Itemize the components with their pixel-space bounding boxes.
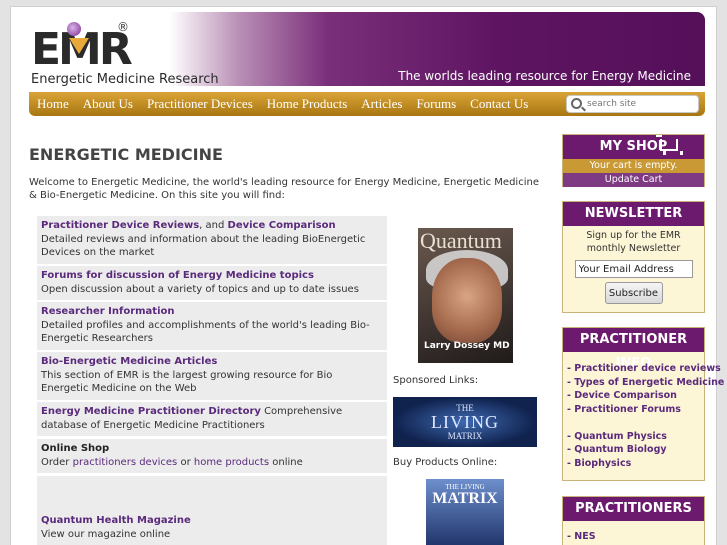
nav-home-products[interactable]: Home Products <box>259 96 354 112</box>
practitioner-devices-link[interactable]: practitioners devices <box>73 457 178 468</box>
living-matrix-banner[interactable]: THE LIVING MATRIX <box>393 397 537 447</box>
my-shop-title: MY SHOP <box>599 139 668 154</box>
section-desc: or <box>177 456 194 468</box>
cart-status: Your cart is empty. <box>563 159 704 173</box>
link-quantum-biology[interactable]: - Quantum Biology <box>567 443 700 457</box>
living-matrix-product-image[interactable]: THE LIVING MATRIX <box>426 479 504 545</box>
section-desc: This section of EMR is the largest growi… <box>41 369 333 395</box>
practitioners-title: PRACTITIONERS <box>563 497 704 521</box>
logo-triangle-icon <box>69 38 89 54</box>
section-magazine: Quantum Health Magazine View our magazin… <box>37 476 387 545</box>
product-line-2: MATRIX <box>432 490 498 507</box>
nav-about-us[interactable]: About Us <box>75 96 139 112</box>
online-shop-title: Online Shop <box>41 443 110 454</box>
newsletter-title: NEWSLETTER <box>563 202 704 226</box>
sponsored-label: Sponsored Links: <box>393 375 479 386</box>
link-device-comparison[interactable]: - Device Comparison <box>567 389 700 403</box>
home-products-link[interactable]: home products <box>194 457 269 468</box>
site-tagline: The worlds leading resource for Energy M… <box>398 69 691 83</box>
logo-orb-icon <box>67 22 81 36</box>
nav-articles[interactable]: Articles <box>353 96 408 112</box>
device-comparison-link[interactable]: Device Comparison <box>228 220 336 231</box>
forums-link[interactable]: Forums for discussion of Energy Medicine… <box>41 270 314 281</box>
list-spacer <box>567 416 700 430</box>
main-nav: Home About Us Practitioner Devices Home … <box>29 92 705 116</box>
magazine-link[interactable]: Quantum Health Magazine <box>41 515 191 526</box>
page-title: ENERGETIC MEDICINE <box>29 145 223 164</box>
section-directory: Energy Medicine Practitioner Directory C… <box>37 402 387 436</box>
practitioner-info-title: PRACTITIONER INFO <box>563 328 704 371</box>
my-shop-header: MY SHOP <box>563 135 704 159</box>
section-desc: online <box>269 456 303 468</box>
section-forums: Forums for discussion of Energy Medicine… <box>37 266 387 300</box>
banner-line-1: THE <box>456 403 474 413</box>
researcher-info-link[interactable]: Researcher Information <box>41 306 175 317</box>
section-desc: Detailed reviews and information about t… <box>41 233 366 259</box>
section-online-shop: Online Shop Order practitioners devices … <box>37 439 387 473</box>
section-connector: , and <box>199 220 228 231</box>
search-input[interactable] <box>587 97 695 111</box>
link-device-reviews[interactable]: - Practitioner device reviews <box>567 362 721 376</box>
section-desc: View our magazine online <box>41 528 171 540</box>
magazine-cover-image[interactable]: Quantum Larry Dossey MD <box>418 228 513 363</box>
section-researchers: Researcher Information Detailed profiles… <box>37 302 387 350</box>
magazine-title: Quantum <box>420 228 502 253</box>
device-reviews-link[interactable]: Practitioner Device Reviews <box>41 220 199 231</box>
section-desc: Order <box>41 456 73 468</box>
search-icon[interactable] <box>571 98 582 109</box>
subscribe-button[interactable]: Subscribe <box>604 282 663 304</box>
emr-logo[interactable]: EMR ® Energetic Medicine Research <box>29 18 229 86</box>
cover-portrait <box>432 258 502 343</box>
search-box[interactable] <box>566 95 699 113</box>
link-practitioner-forums[interactable]: - Practitioner Forums <box>567 403 700 417</box>
link-types-energetic-medicine[interactable]: - Types of Energetic Medicine <box>567 376 724 390</box>
banner-line-3: MATRIX <box>447 431 483 441</box>
buy-online-label: Buy Products Online: <box>393 457 498 468</box>
banner-line-2: LIVING <box>431 412 499 432</box>
email-field[interactable] <box>574 260 693 278</box>
directory-link[interactable]: Energy Medicine Practitioner Directory <box>41 406 261 417</box>
practitioners-panel: PRACTITIONERS - NES <box>562 496 705 545</box>
practitioner-info-panel: PRACTITIONER INFO - Practitioner device … <box>562 327 724 481</box>
nav-home[interactable]: Home <box>29 96 75 112</box>
shopping-cart-icon[interactable] <box>656 135 683 155</box>
intro-text: Welcome to Energetic Medicine, the world… <box>29 177 539 201</box>
nav-forums[interactable]: Forums <box>408 96 462 112</box>
registered-mark: ® <box>117 20 129 34</box>
my-shop-panel: MY SHOP Your cart is empty. Update Cart <box>562 134 705 187</box>
section-device-reviews: Practitioner Device Reviews, and Device … <box>37 216 387 264</box>
link-quantum-physics[interactable]: - Quantum Physics <box>567 430 700 444</box>
section-articles: Bio-Energetic Medicine Articles This sec… <box>37 352 387 400</box>
newsletter-panel: NEWSLETTER Sign up for the EMR monthly N… <box>562 201 705 313</box>
section-desc: Open discussion about a variety of topic… <box>41 283 359 295</box>
nav-practitioner-devices[interactable]: Practitioner Devices <box>139 96 259 112</box>
site-header: EMR ® Energetic Medicine Research The wo… <box>19 12 705 86</box>
magazine-cover-name: Larry Dossey MD <box>424 341 510 351</box>
section-desc: Detailed profiles and accomplishments of… <box>41 319 370 345</box>
nav-contact-us[interactable]: Contact Us <box>462 96 534 112</box>
update-cart-link[interactable]: Update Cart <box>563 173 704 187</box>
articles-link[interactable]: Bio-Energetic Medicine Articles <box>41 356 217 367</box>
link-biophysics[interactable]: - Biophysics <box>567 457 700 471</box>
link-nes[interactable]: - NES <box>567 531 700 542</box>
newsletter-text: Sign up for the EMR monthly Newsletter <box>586 230 681 254</box>
logo-subtitle: Energetic Medicine Research <box>31 72 219 86</box>
